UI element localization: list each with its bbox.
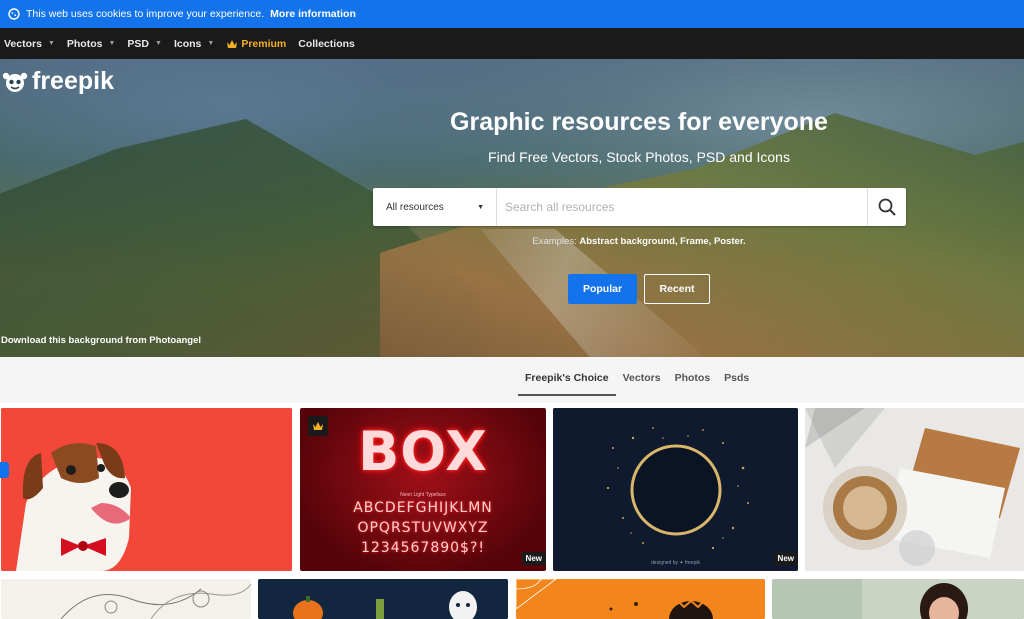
cookie-icon [8,8,20,20]
resource-type-select[interactable]: All resources ▼ [373,188,497,226]
nav-label: Icons [173,37,202,50]
nav-photos[interactable]: Photos ▼ [67,38,116,50]
caret-down-icon: ▼ [155,40,162,47]
neon-alphabet-row: OPQRSTUVWXYZ [357,520,489,536]
orange-halloween-image [516,579,765,619]
caret-down-icon: ▼ [207,40,215,47]
nav-label: Vectors [4,37,42,50]
search-examples: Examples: Abstract background, Frame, Po… [532,236,745,247]
search-icon [878,198,896,216]
category-tabs: Freepik's Choice Vectors Photos Psds [518,368,756,396]
dog-image [1,408,292,571]
resource-card-neon-box[interactable]: BOX Neon Light Typeface ABCDEFGHIJKLMN O… [300,408,546,571]
background-credit-link[interactable]: Download this background from Photoangel [1,335,201,346]
floral-sketch-image [1,579,251,619]
hero-subtitle: Find Free Vectors, Stock Photos, PSD and… [488,149,790,165]
nav-label: PSD [127,37,150,50]
nav-psd[interactable]: PSD ▼ [127,38,162,50]
nav-label: Photos [66,37,103,50]
woman-portrait-image [772,579,1024,619]
resource-card-halloween-orange[interactable] [516,579,765,619]
crown-icon [227,39,238,48]
category-tabs-bar: Freepik's Choice Vectors Photos Psds [0,357,1024,403]
recent-button[interactable]: Recent [644,274,710,304]
tab-photos[interactable]: Photos [668,368,718,396]
gold-ring-image [553,408,798,571]
logo-text: freepik [32,67,114,95]
ring-caption: designed by ✦ freepik [651,560,700,566]
side-feedback-tab[interactable] [0,462,9,478]
resource-card-floral-sketch[interactable] [1,579,251,619]
tab-freepiks-choice[interactable]: Freepik's Choice [518,368,616,396]
resource-type-value: All resources [386,201,444,213]
neon-alphabet-row: ABCDEFGHIJKLMN [353,500,493,516]
cookie-bar: This web uses cookies to improve your ex… [0,0,1024,28]
freepik-mascot-icon [2,72,28,92]
examples-links[interactable]: Abstract background, Frame, Poster. [579,236,745,247]
search-button[interactable] [867,188,906,226]
resource-card-halloween[interactable] [258,579,508,619]
tab-vectors[interactable]: Vectors [616,368,668,396]
examples-label: Examples: [532,236,577,247]
caret-down-icon: ▼ [108,40,116,47]
premium-label: Premium [241,37,287,50]
neon-alphabet-row: 1234567890$?! [360,540,486,556]
freepik-logo[interactable]: freepik [2,67,114,96]
cookie-text: This web uses cookies to improve your ex… [26,8,265,20]
search-input[interactable] [497,188,867,226]
nav-vectors[interactable]: Vectors ▼ [4,38,55,50]
new-badge: New [773,552,798,565]
resource-grid: BOX Neon Light Typeface ABCDEFGHIJKLMN O… [0,408,1024,619]
resource-card-gold-ring[interactable]: designed by ✦ freepik New [553,408,798,571]
caret-down-icon: ▼ [477,203,484,211]
new-badge: New [521,552,546,565]
top-navigation: Vectors ▼ Photos ▼ PSD ▼ Icons ▼ Premium… [0,28,1024,59]
resource-card-dog[interactable] [1,408,292,571]
tab-psds[interactable]: Psds [717,368,756,396]
resource-card-woman-portrait[interactable] [772,579,1024,619]
caret-down-icon: ▼ [47,40,55,47]
neon-box-title: BOX [358,420,488,483]
nav-icons[interactable]: Icons ▼ [174,38,214,50]
search-bar: All resources ▼ [373,188,906,226]
mountain-background [380,113,1024,357]
hero-banner: freepik Graphic resources for everyone F… [0,59,1024,357]
more-information-link[interactable]: More information [270,8,356,20]
halloween-image [258,579,508,619]
coffee-image [805,408,1024,571]
nav-label: Collections [298,37,355,50]
nav-premium[interactable]: Premium [226,38,286,50]
hero-title: Graphic resources for everyone [450,108,828,136]
popular-button[interactable]: Popular [568,274,637,304]
nav-collections[interactable]: Collections [298,38,355,50]
resource-card-coffee[interactable] [805,408,1024,571]
neon-box-caption: Neon Light Typeface [400,492,446,498]
